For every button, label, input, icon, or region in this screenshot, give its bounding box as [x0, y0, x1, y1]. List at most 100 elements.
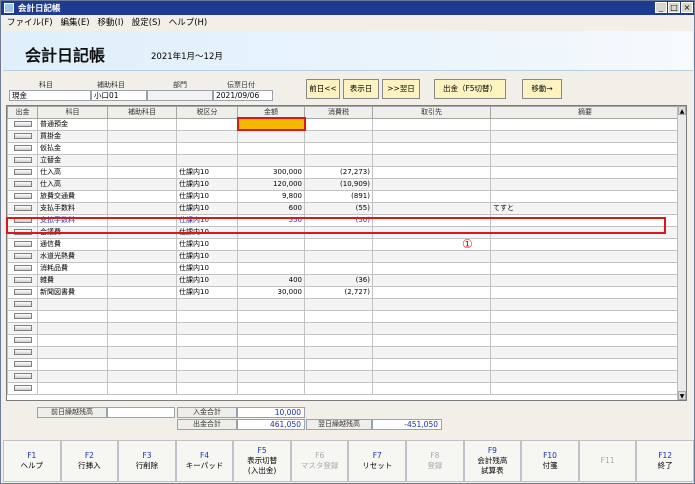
table-cell[interactable] — [372, 321, 491, 335]
table-cell[interactable] — [107, 345, 177, 359]
row-select-button[interactable] — [7, 141, 38, 155]
table-cell[interactable] — [37, 369, 108, 383]
fkey-f12[interactable]: F12 終了 — [636, 440, 694, 482]
table-cell[interactable]: 通信費 — [37, 237, 108, 251]
table-cell[interactable]: 仕入高 — [37, 177, 108, 191]
table-cell[interactable] — [304, 333, 373, 347]
table-cell[interactable] — [304, 369, 373, 383]
table-cell[interactable]: 旅費交通費 — [37, 189, 108, 203]
table-cell[interactable]: てすと — [490, 201, 680, 215]
row-button-icon[interactable] — [13, 193, 32, 199]
table-cell[interactable] — [176, 333, 238, 347]
table-cell[interactable] — [237, 357, 305, 371]
row-select-button[interactable] — [7, 309, 38, 323]
row-select-button[interactable] — [7, 321, 38, 335]
table-cell[interactable] — [372, 165, 491, 179]
table-cell[interactable] — [37, 333, 108, 347]
table-cell[interactable] — [372, 261, 491, 275]
table-cell[interactable]: 仕課内10 — [176, 261, 238, 275]
table-cell[interactable] — [490, 297, 680, 311]
table-cell[interactable]: 300,000 — [237, 165, 305, 179]
table-cell[interactable] — [107, 201, 177, 215]
table-cell[interactable]: (891) — [304, 189, 373, 203]
table-cell[interactable] — [304, 309, 373, 323]
table-cell[interactable] — [176, 141, 238, 155]
fkey-f1[interactable]: F1 ヘルプ — [3, 440, 61, 482]
table-cell[interactable] — [372, 177, 491, 191]
table-cell[interactable]: 仮払金 — [37, 141, 108, 155]
table-cell[interactable] — [490, 345, 680, 359]
row-select-button[interactable] — [7, 117, 38, 131]
table-cell[interactable]: 仕課内10 — [176, 285, 238, 299]
table-cell[interactable] — [372, 189, 491, 203]
table-row[interactable] — [7, 357, 680, 371]
table-cell[interactable] — [107, 249, 177, 263]
table-row[interactable] — [7, 297, 680, 311]
table-cell[interactable] — [37, 357, 108, 371]
table-cell[interactable] — [372, 237, 491, 251]
table-cell[interactable] — [237, 237, 305, 251]
table-cell[interactable] — [372, 333, 491, 347]
row-button-icon[interactable] — [13, 337, 32, 343]
table-row[interactable]: 旅費交通費 仕課内10 9,800 (891) — [7, 189, 680, 203]
table-row[interactable]: 仕入高 仕課内10 120,000 (10,909) — [7, 177, 680, 191]
table-cell[interactable] — [237, 153, 305, 167]
table-cell[interactable] — [237, 321, 305, 335]
table-cell[interactable] — [372, 345, 491, 359]
table-row[interactable] — [7, 321, 680, 335]
table-cell[interactable]: 新聞図書費 — [37, 285, 108, 299]
table-cell[interactable] — [372, 273, 491, 287]
table-cell[interactable] — [237, 261, 305, 275]
table-cell[interactable] — [304, 261, 373, 275]
date-field[interactable]: 2021/09/06 — [213, 90, 273, 101]
table-cell[interactable] — [107, 333, 177, 347]
table-cell[interactable] — [176, 345, 238, 359]
row-button-icon[interactable] — [13, 361, 32, 367]
table-cell[interactable] — [237, 141, 305, 155]
table-cell[interactable] — [107, 237, 177, 251]
table-cell[interactable] — [37, 345, 108, 359]
table-cell[interactable] — [490, 357, 680, 371]
row-button-icon[interactable] — [13, 157, 32, 163]
table-cell[interactable]: 400 — [237, 273, 305, 287]
row-button-icon[interactable] — [13, 241, 32, 247]
table-cell[interactable] — [37, 321, 108, 335]
table-cell[interactable] — [107, 261, 177, 275]
table-cell[interactable] — [237, 309, 305, 323]
table-cell[interactable] — [372, 285, 491, 299]
table-cell[interactable] — [107, 177, 177, 191]
fkey-f5[interactable]: F5 表示切替 (入出金) — [233, 440, 291, 482]
table-row[interactable]: 水道光熱費 仕課内10 — [7, 249, 680, 263]
table-cell[interactable]: 買掛金 — [37, 129, 108, 143]
table-row[interactable] — [7, 345, 680, 359]
table-row[interactable]: 通信費 仕課内10 — [7, 237, 680, 251]
table-cell[interactable] — [304, 129, 373, 143]
table-row[interactable] — [7, 333, 680, 347]
minimize-icon[interactable]: _ — [655, 2, 667, 13]
row-select-button[interactable] — [7, 261, 38, 275]
table-cell[interactable] — [490, 321, 680, 335]
table-cell[interactable]: (27,273) — [304, 165, 373, 179]
table-cell[interactable]: 仕入高 — [37, 165, 108, 179]
table-row[interactable] — [7, 369, 680, 383]
scroll-down-icon[interactable]: ▼ — [678, 391, 686, 400]
table-cell[interactable] — [37, 381, 108, 395]
row-select-button[interactable] — [7, 153, 38, 167]
table-cell[interactable] — [372, 129, 491, 143]
fkey-f3[interactable]: F3 行削除 — [118, 440, 176, 482]
table-cell[interactable] — [237, 369, 305, 383]
table-cell[interactable]: 仕課内10 — [176, 273, 238, 287]
table-cell[interactable] — [176, 117, 238, 131]
row-select-button[interactable] — [7, 129, 38, 143]
row-select-button[interactable] — [7, 249, 38, 263]
table-cell[interactable] — [372, 153, 491, 167]
table-cell[interactable] — [490, 261, 680, 275]
table-cell[interactable] — [490, 309, 680, 323]
menu-help[interactable]: ヘルプ(H) — [169, 16, 208, 28]
row-select-button[interactable] — [7, 357, 38, 371]
row-button-icon[interactable] — [13, 133, 32, 139]
table-cell[interactable]: 普通預金 — [37, 117, 108, 131]
table-cell[interactable] — [304, 381, 373, 395]
row-select-button[interactable] — [7, 369, 38, 383]
table-cell[interactable] — [237, 297, 305, 311]
